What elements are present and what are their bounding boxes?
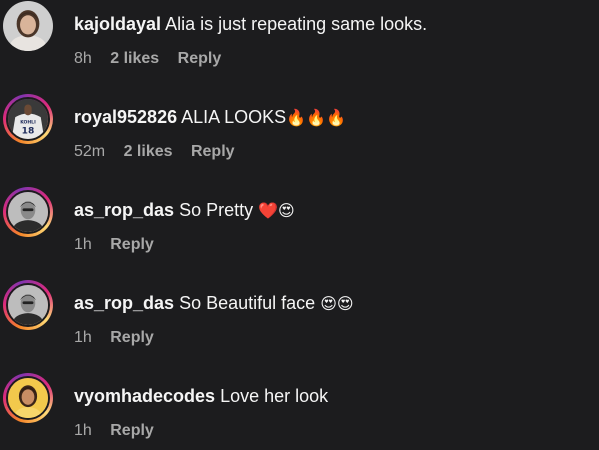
reply-button[interactable]: Reply (110, 236, 154, 253)
comment-item: vyomhadecodes Love her look 1h Reply (0, 372, 599, 450)
reply-button[interactable]: Reply (191, 143, 235, 160)
comment-timestamp: 1h (74, 236, 92, 253)
comment-body: ALIA LOOKS (181, 107, 287, 127)
comment-meta: 1h Reply (74, 235, 168, 255)
jersey-number-text: 18 (22, 127, 35, 137)
avatar[interactable]: KOHLI 18 (3, 94, 53, 144)
comment-item: as_rop_das So Pretty ❤️😍 1h Reply (0, 186, 599, 266)
comment-username[interactable]: vyomhadecodes (74, 386, 215, 406)
comment-body: Alia is just repeating same looks. (165, 14, 428, 34)
avatar[interactable] (3, 373, 53, 423)
heart-eyes-emoji-icon: ❤️😍 (258, 201, 295, 220)
avatar[interactable] (3, 187, 53, 237)
woman-portrait-icon (3, 1, 53, 51)
man-portrait-icon (6, 190, 50, 234)
comment-text: vyomhadecodes Love her look (74, 385, 328, 407)
comment-body: So Beautiful face (179, 293, 316, 313)
comment-username[interactable]: as_rop_das (74, 200, 174, 220)
cricket-jersey-icon: KOHLI 18 (6, 97, 50, 141)
comment-timestamp: 1h (74, 422, 92, 439)
comment-meta: 8h 2 likes Reply (74, 49, 235, 69)
fire-emoji-icon: 🔥🔥🔥 (286, 108, 346, 127)
comment-username[interactable]: kajoldayal (74, 14, 161, 34)
comment-item: kajoldayal Alia is just repeating same l… (0, 0, 599, 80)
comment-text: royal952826 ALIA LOOKS🔥🔥🔥 (74, 106, 346, 129)
comment-username[interactable]: royal952826 (74, 107, 177, 127)
comment-meta: 1h Reply (74, 421, 168, 441)
comment-timestamp: 52m (74, 143, 106, 160)
reply-button[interactable]: Reply (110, 329, 154, 346)
comment-body: So Pretty (179, 200, 254, 220)
man-portrait-icon (6, 283, 50, 327)
woman-portrait-icon (6, 376, 50, 420)
comment-text: as_rop_das So Pretty ❤️😍 (74, 199, 295, 222)
comment-username[interactable]: as_rop_das (74, 293, 174, 313)
comment-text: as_rop_das So Beautiful face 😍😍 (74, 292, 354, 315)
comment-meta: 52m 2 likes Reply (74, 142, 249, 162)
comment-text: kajoldayal Alia is just repeating same l… (74, 13, 427, 35)
reply-button[interactable]: Reply (110, 422, 154, 439)
reply-button[interactable]: Reply (178, 50, 222, 67)
comment-meta: 1h Reply (74, 328, 168, 348)
heart-eyes-emoji-icon: 😍😍 (320, 294, 354, 313)
comment-item: as_rop_das So Beautiful face 😍😍 1h Reply (0, 279, 599, 359)
comment-body: Love her look (220, 386, 329, 406)
comment-likes-link[interactable]: 2 likes (110, 50, 159, 67)
comment-list: kajoldayal Alia is just repeating same l… (0, 0, 599, 450)
avatar[interactable] (3, 1, 53, 51)
comment-timestamp: 8h (74, 50, 92, 67)
comment-item: KOHLI 18 royal952826 ALIA LOOKS🔥🔥🔥 52m 2… (0, 93, 599, 173)
jersey-name-text: KOHLI (20, 120, 36, 126)
comment-likes-link[interactable]: 2 likes (124, 143, 173, 160)
comment-timestamp: 1h (74, 329, 92, 346)
avatar[interactable] (3, 280, 53, 330)
